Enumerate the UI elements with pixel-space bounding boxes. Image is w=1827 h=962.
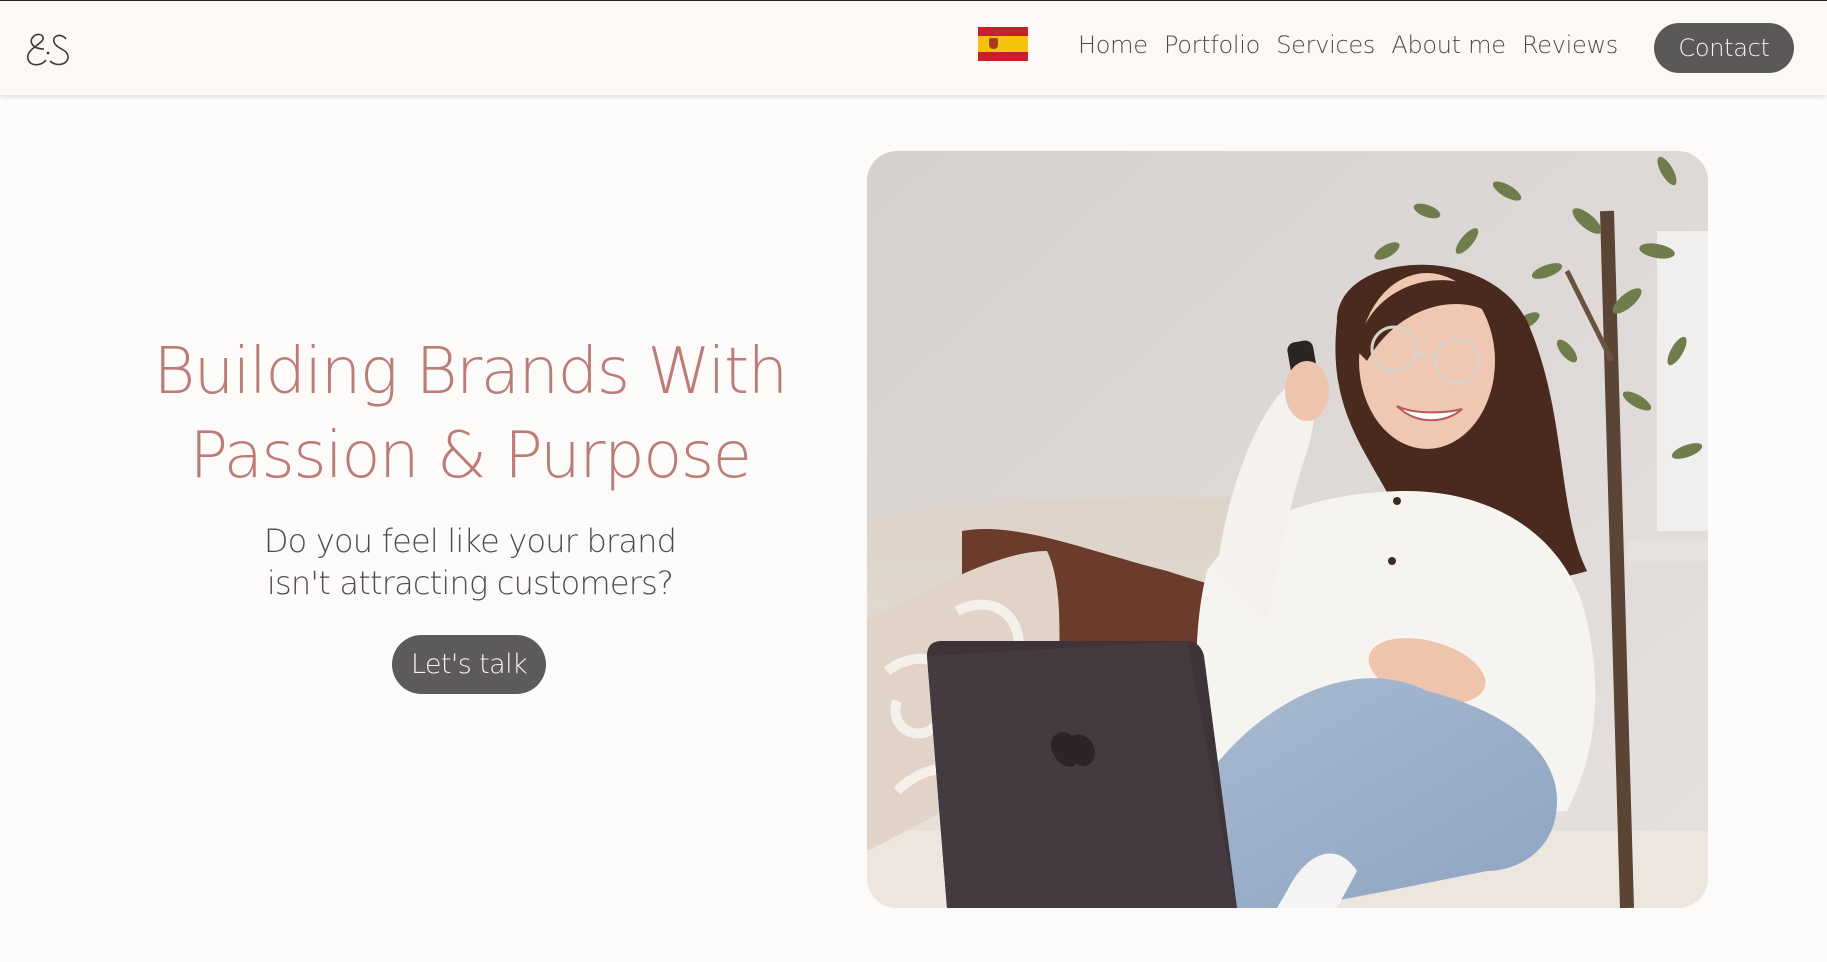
lets-talk-button[interactable]: Let's talk	[392, 635, 546, 694]
spain-flag-icon[interactable]	[978, 27, 1028, 61]
nav-reviews[interactable]: Reviews	[1522, 31, 1618, 59]
hero-subtitle-line1: Do you feel like your brand	[263, 522, 677, 560]
woman-on-phone-with-laptop-photo	[867, 151, 1708, 908]
main-nav: Home Portfolio Services About me Reviews	[1078, 25, 1618, 65]
hero-subtitle: Do you feel like your brand isn't attrac…	[120, 520, 820, 604]
nav-home[interactable]: Home	[1078, 31, 1148, 59]
contact-button[interactable]: Contact	[1654, 23, 1794, 73]
site-header: Home Portfolio Services About me Reviews…	[0, 1, 1827, 95]
nav-services[interactable]: Services	[1276, 31, 1375, 59]
hero-title-line1: Building Brands With	[153, 335, 788, 409]
nav-portfolio[interactable]: Portfolio	[1164, 31, 1260, 59]
hero-subtitle-line2: isn't attracting customers?	[266, 564, 674, 602]
hero-title-line2: Passion & Purpose	[189, 419, 752, 493]
hero-section: Building Brands With Passion & Purpose D…	[120, 330, 820, 604]
hero-photo	[867, 151, 1708, 908]
nav-about-me[interactable]: About me	[1391, 31, 1506, 59]
es-logo-icon[interactable]	[22, 27, 78, 71]
hero-title: Building Brands With Passion & Purpose	[120, 330, 820, 498]
